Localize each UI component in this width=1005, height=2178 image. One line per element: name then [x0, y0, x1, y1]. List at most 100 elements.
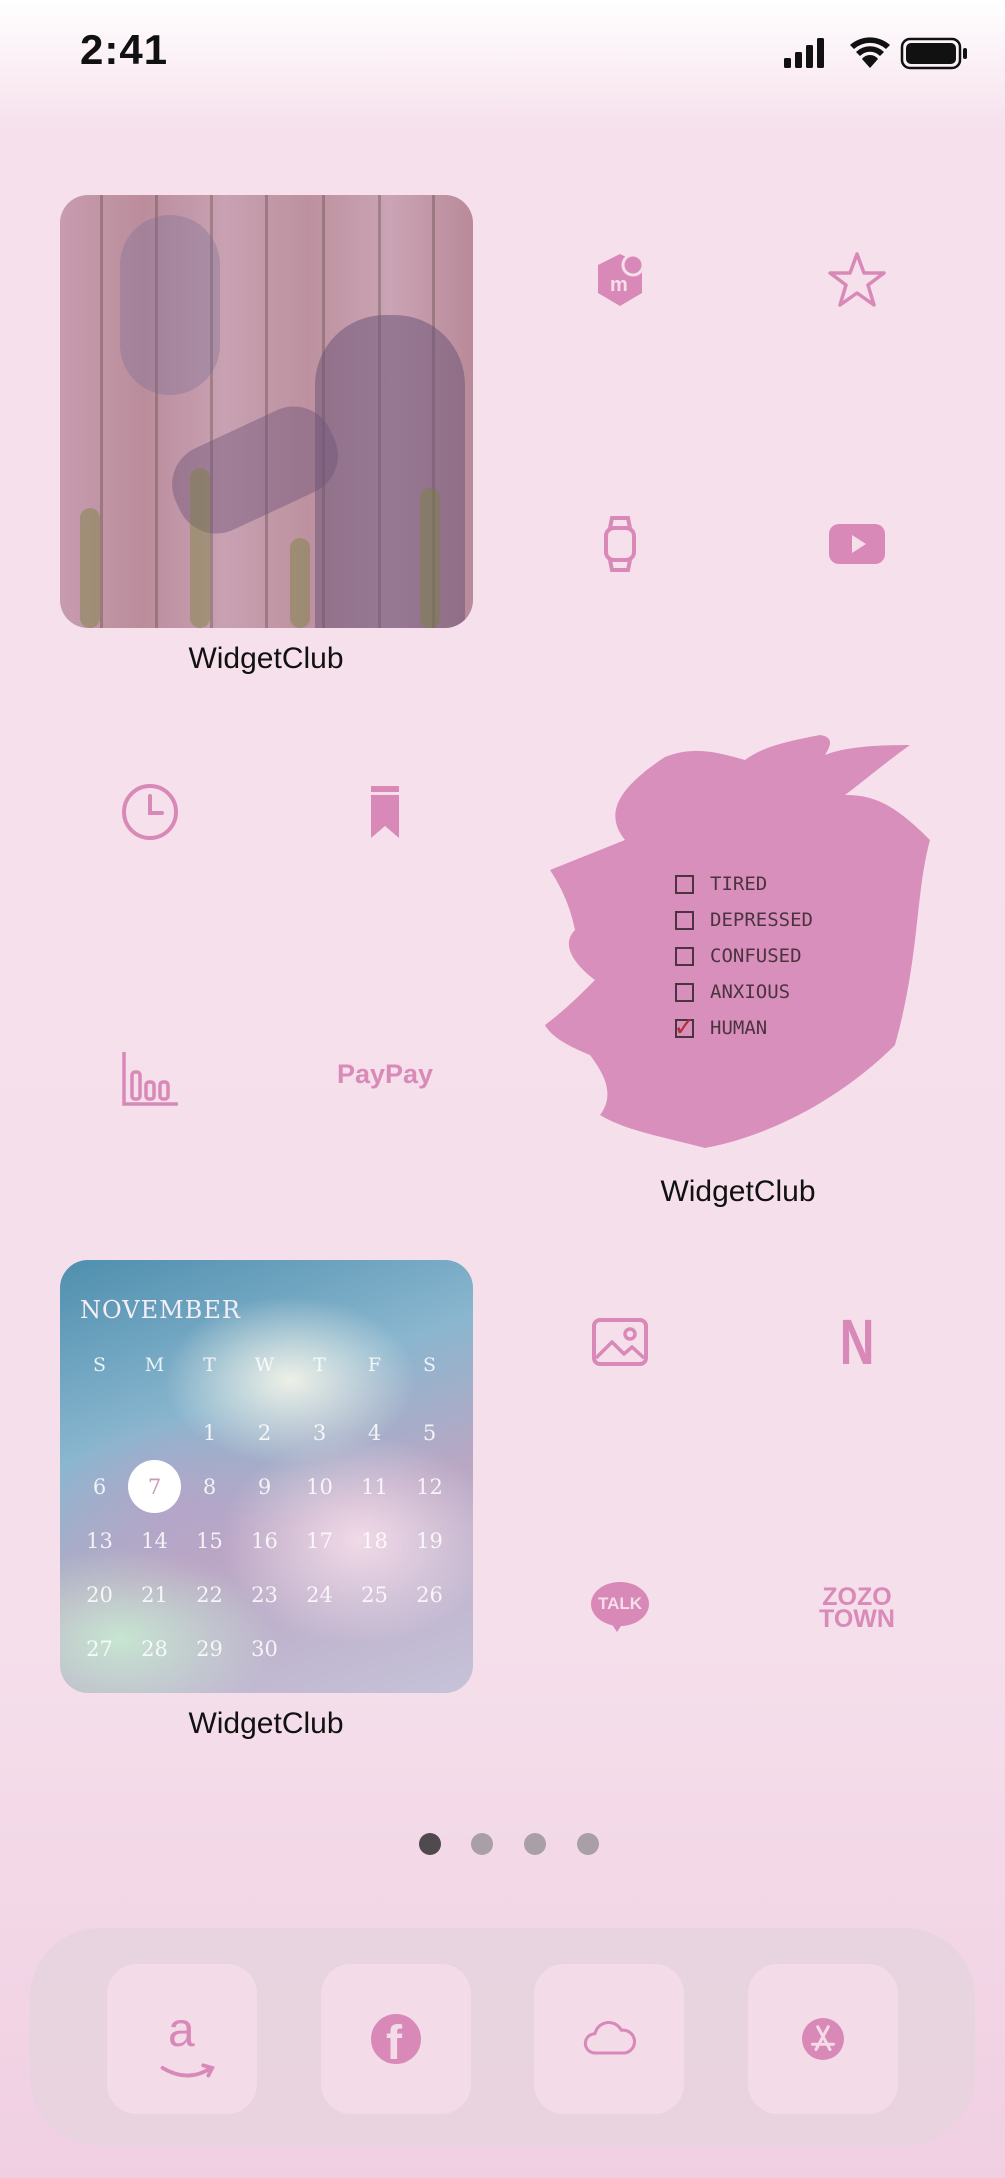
icloud-icon[interactable]: [534, 1964, 684, 2114]
calendar-day: [347, 1622, 402, 1676]
page-dot-active[interactable]: [419, 1833, 441, 1855]
checklist-item[interactable]: ANXIOUS: [675, 974, 813, 1010]
calendar-week: 20 21 22 23 24 25 26: [72, 1568, 462, 1622]
talk-label: TALK: [597, 1594, 643, 1613]
svg-text:m: m: [610, 274, 628, 296]
widget-label: WidgetClub: [188, 642, 344, 675]
weekday: S: [422, 1354, 437, 1376]
calendar-week: 1 2 3 4 5: [72, 1406, 462, 1460]
weekday: F: [367, 1354, 382, 1376]
page-dot[interactable]: [577, 1833, 599, 1855]
page-dot[interactable]: [471, 1833, 493, 1855]
calendar-day: 10: [306, 1475, 333, 1499]
checklist-item[interactable]: ✓ HUMAN: [675, 1009, 813, 1046]
calendar-day: 12: [416, 1475, 443, 1499]
checklist-item[interactable]: CONFUSED: [675, 938, 813, 974]
calendar-day: 23: [251, 1583, 278, 1607]
bar-chart-icon[interactable]: [90, 1018, 210, 1138]
calendar-day: 25: [361, 1583, 388, 1607]
calendar-day: 8: [202, 1475, 217, 1499]
calendar-day: [72, 1406, 127, 1460]
photos-icon[interactable]: [560, 1282, 680, 1402]
checkbox[interactable]: [675, 910, 694, 930]
page-dot[interactable]: [524, 1833, 546, 1855]
calendar-day: 29: [196, 1637, 223, 1661]
netflix-icon[interactable]: N: [797, 1282, 917, 1402]
netflix-letter: N: [839, 1306, 875, 1378]
calendar-day: [127, 1406, 182, 1460]
calendar-grid: S M T W T F S 1 2 3 4 5 6 7 8 9 10 11 12…: [72, 1352, 462, 1676]
calendar-day: 9: [257, 1475, 272, 1499]
weekday: T: [203, 1354, 216, 1376]
zozotown-label: ZOZO TOWN: [819, 1583, 895, 1633]
checkbox[interactable]: [675, 946, 694, 966]
calendar-day: 14: [141, 1529, 168, 1553]
wifi-icon: [850, 37, 890, 68]
bookmark-icon[interactable]: [325, 752, 445, 872]
amazon-icon[interactable]: a: [107, 1964, 257, 2114]
paypay-icon[interactable]: PayPay: [325, 1014, 445, 1134]
checklist-item[interactable]: TIRED: [675, 866, 813, 902]
calendar-day: 21: [141, 1583, 168, 1607]
calendar-day: 13: [86, 1529, 113, 1553]
cellular-signal-icon: [784, 38, 824, 68]
calendar-week: 27 28 29 30: [72, 1622, 462, 1676]
checkbox-checked[interactable]: ✓: [675, 1009, 694, 1044]
calendar-day: [402, 1622, 457, 1676]
battery-icon: [900, 37, 967, 70]
calendar-day: 3: [312, 1421, 327, 1445]
line-talk-icon[interactable]: TALK: [560, 1548, 680, 1668]
watch-icon[interactable]: [560, 484, 680, 604]
calendar-day: 20: [86, 1583, 113, 1607]
today-label: 7: [147, 1475, 162, 1499]
calendar-day: 6: [92, 1475, 107, 1499]
calendar-month: NOVEMBER: [80, 1296, 241, 1324]
weekday: M: [144, 1354, 165, 1376]
calendar-day: 24: [306, 1583, 333, 1607]
status-icons: [784, 34, 969, 74]
zozotown-icon[interactable]: ZOZO TOWN: [797, 1548, 917, 1668]
clock-icon[interactable]: [90, 752, 210, 872]
calendar-day: 16: [251, 1529, 278, 1553]
facebook-letter: f: [386, 2017, 402, 2070]
weekday: W: [254, 1354, 275, 1376]
calendar-day: 11: [361, 1475, 388, 1499]
calendar-day: 2: [257, 1421, 272, 1445]
calendar-day: 17: [306, 1529, 333, 1553]
calendar-day: 22: [196, 1583, 223, 1607]
facebook-icon[interactable]: f: [321, 1964, 471, 2114]
checkbox[interactable]: [675, 982, 694, 1002]
checklist-item-label: TIRED: [710, 873, 768, 895]
calendar-day: 5: [422, 1421, 437, 1445]
calendar-week: 13 14 15 16 17 18 19: [72, 1514, 462, 1568]
app-store-icon[interactable]: [748, 1964, 898, 2114]
checkbox[interactable]: [675, 874, 694, 894]
weekday: T: [313, 1354, 326, 1376]
status-time: 2:41: [80, 26, 169, 73]
paypay-label: PayPay: [336, 1058, 434, 1089]
calendar-widget[interactable]: NOVEMBER S M T W T F S 1 2 3 4 5 6 7 8 9…: [60, 1260, 473, 1693]
calendar-day: 4: [367, 1421, 382, 1445]
calendar-day: [292, 1622, 347, 1676]
calendar-day: 18: [361, 1529, 388, 1553]
weekday: S: [92, 1354, 107, 1376]
widget-label: WidgetClub: [660, 1175, 816, 1208]
youtube-icon[interactable]: [797, 484, 917, 604]
calendar-weekday-row: S M T W T F S: [72, 1352, 462, 1406]
calendar-day: 15: [196, 1529, 223, 1553]
photo-widget[interactable]: [60, 195, 473, 628]
calendar-day: 19: [416, 1529, 443, 1553]
calendar-day-today: 7: [127, 1460, 182, 1514]
checklist: TIRED DEPRESSED CONFUSED ANXIOUS ✓ HUMAN: [675, 866, 813, 1046]
widget-label: WidgetClub: [188, 1707, 344, 1740]
talk-bubble: TALK: [591, 1582, 649, 1634]
checklist-item-label: HUMAN: [710, 1017, 768, 1039]
checklist-item-label: ANXIOUS: [710, 981, 791, 1003]
star-icon[interactable]: [797, 220, 917, 340]
calendar-day: 30: [251, 1637, 278, 1661]
mercari-icon[interactable]: m: [560, 220, 680, 340]
calendar-day: 27: [86, 1637, 113, 1661]
checklist-item-label: DEPRESSED: [710, 909, 813, 931]
checklist-item[interactable]: DEPRESSED: [675, 902, 813, 938]
calendar-week: 6 7 8 9 10 11 12: [72, 1460, 462, 1514]
